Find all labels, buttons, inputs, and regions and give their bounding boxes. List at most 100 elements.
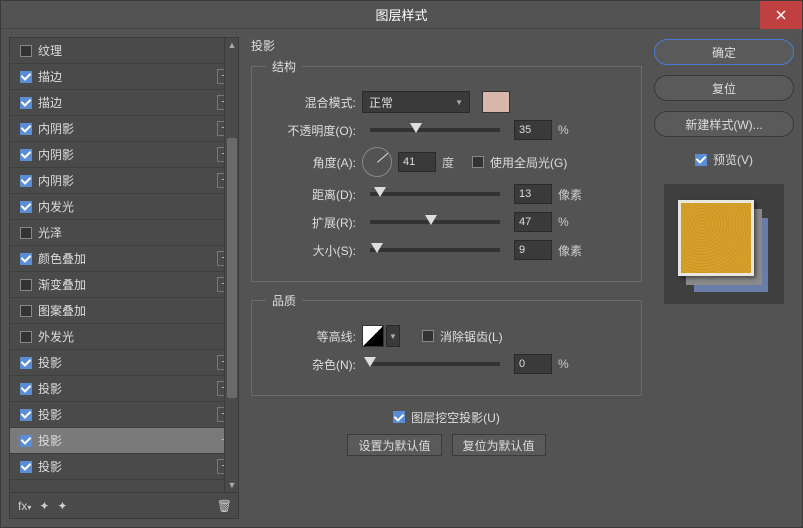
reset-default-button[interactable]: 复位为默认值 [452,434,546,456]
preview-checkbox[interactable] [695,154,707,166]
effect-checkbox[interactable] [20,331,32,343]
new-style-button[interactable]: 新建样式(W)... [654,111,794,137]
effect-label: 投影 [38,406,211,423]
effect-row[interactable]: 内阴影+ [10,116,238,142]
effect-checkbox[interactable] [20,279,32,291]
spread-label: 扩展(R): [266,214,356,231]
effect-label: 光泽 [38,224,232,241]
effect-label: 渐变叠加 [38,276,211,293]
noise-slider[interactable] [370,362,500,366]
opacity-slider[interactable] [370,128,500,132]
effect-checkbox[interactable] [20,409,32,421]
blend-mode-value: 正常 [369,94,393,111]
scroll-down[interactable]: ▼ [225,478,239,492]
effect-checkbox[interactable] [20,45,32,57]
effect-checkbox[interactable] [20,97,32,109]
noise-input[interactable]: 0 [514,354,552,374]
effect-row[interactable]: 投影+ [10,402,238,428]
angle-dial[interactable] [362,147,392,177]
effects-list: 纹理描边+描边+内阴影+内阴影+内阴影+内发光光泽颜色叠加+渐变叠加+图案叠加外… [9,37,239,519]
effect-row[interactable]: 纹理 [10,38,238,64]
effect-label: 投影 [38,432,211,449]
antialias-label: 消除锯齿(L) [440,328,503,345]
effect-checkbox[interactable] [20,357,32,369]
reset-button[interactable]: 复位 [654,75,794,101]
effect-checkbox[interactable] [20,123,32,135]
opacity-input[interactable]: 35 [514,120,552,140]
blend-label: 混合模式: [266,94,356,111]
preview-thumbnail [664,184,784,304]
scroll-up[interactable]: ▲ [225,38,239,52]
effect-label: 外发光 [38,328,232,345]
distance-label: 距离(D): [266,186,356,203]
spread-input[interactable]: 47 [514,212,552,232]
effect-checkbox[interactable] [20,435,32,447]
effect-row[interactable]: 描边+ [10,90,238,116]
effect-row[interactable]: 描边+ [10,64,238,90]
distance-slider[interactable] [370,192,500,196]
effect-row[interactable]: 内发光 [10,194,238,220]
move-down-icon[interactable]: ✦ [57,499,67,513]
opacity-unit: % [558,123,582,137]
size-input[interactable]: 9 [514,240,552,260]
effect-row[interactable]: 投影+ [10,376,238,402]
fx-icon[interactable]: fx▾ [18,499,31,513]
global-light-label: 使用全局光(G) [490,154,567,171]
dialog-body: 纹理描边+描边+内阴影+内阴影+内阴影+内发光光泽颜色叠加+渐变叠加+图案叠加外… [1,29,802,527]
effect-checkbox[interactable] [20,227,32,239]
shadow-color-swatch[interactable] [482,91,510,113]
spread-slider[interactable] [370,220,500,224]
antialias-checkbox[interactable] [422,330,434,342]
effect-label: 投影 [38,354,211,371]
close-button[interactable] [760,1,802,29]
noise-unit: % [558,357,582,371]
effect-row[interactable]: 外发光 [10,324,238,350]
effect-checkbox[interactable] [20,253,32,265]
effect-checkbox[interactable] [20,201,32,213]
scrollbar[interactable]: ▲ ▼ [224,38,238,492]
knockout-label: 图层挖空投影(U) [411,409,500,426]
chevron-down-icon: ▼ [455,98,463,107]
size-slider[interactable] [370,248,500,252]
effect-label: 图案叠加 [38,302,232,319]
effect-row[interactable]: 渐变叠加+ [10,272,238,298]
ok-button[interactable]: 确定 [654,39,794,65]
contour-caret[interactable]: ▼ [386,325,400,347]
effect-label: 内阴影 [38,172,211,189]
trash-icon[interactable]: 🗑 [217,499,232,513]
window-title: 图层样式 [375,5,427,24]
effect-row[interactable]: 颜色叠加+ [10,246,238,272]
effect-checkbox[interactable] [20,461,32,473]
effect-row[interactable]: 光泽 [10,220,238,246]
angle-input[interactable]: 41 [398,152,436,172]
noise-label: 杂色(N): [266,356,356,373]
distance-input[interactable]: 13 [514,184,552,204]
scroll-thumb[interactable] [227,138,237,398]
effect-checkbox[interactable] [20,383,32,395]
global-light-checkbox[interactable] [472,156,484,168]
knockout-checkbox[interactable] [393,411,405,423]
effect-label: 颜色叠加 [38,250,211,267]
structure-group: 结构 混合模式: 正常 ▼ 不透明度(O): 35 % 角度(A): [251,58,642,282]
contour-picker[interactable] [362,325,384,347]
layer-style-dialog: 图层样式 纹理描边+描边+内阴影+内阴影+内阴影+内发光光泽颜色叠加+渐变叠加+… [0,0,803,528]
blend-mode-select[interactable]: 正常 ▼ [362,91,470,113]
effect-row[interactable]: 投影+ [10,350,238,376]
quality-group: 品质 等高线: ▼ 消除锯齿(L) 杂色(N): 0 % [251,292,642,396]
effect-checkbox[interactable] [20,149,32,161]
effect-row[interactable]: 内阴影+ [10,142,238,168]
effect-checkbox[interactable] [20,175,32,187]
move-up-icon[interactable]: ✦ [39,499,49,513]
set-default-button[interactable]: 设置为默认值 [347,434,441,456]
effect-checkbox[interactable] [20,305,32,317]
effect-label: 投影 [38,458,211,475]
titlebar[interactable]: 图层样式 [1,1,802,29]
effect-row[interactable]: 图案叠加 [10,298,238,324]
actions-column: 确定 复位 新建样式(W)... 预览(V) [654,37,794,519]
effect-row[interactable]: 投影+ [10,454,238,480]
size-unit: 像素 [558,242,582,259]
effect-row[interactable]: 投影+ [10,428,238,454]
quality-legend: 品质 [266,292,302,309]
effect-checkbox[interactable] [20,71,32,83]
effect-row[interactable]: 内阴影+ [10,168,238,194]
